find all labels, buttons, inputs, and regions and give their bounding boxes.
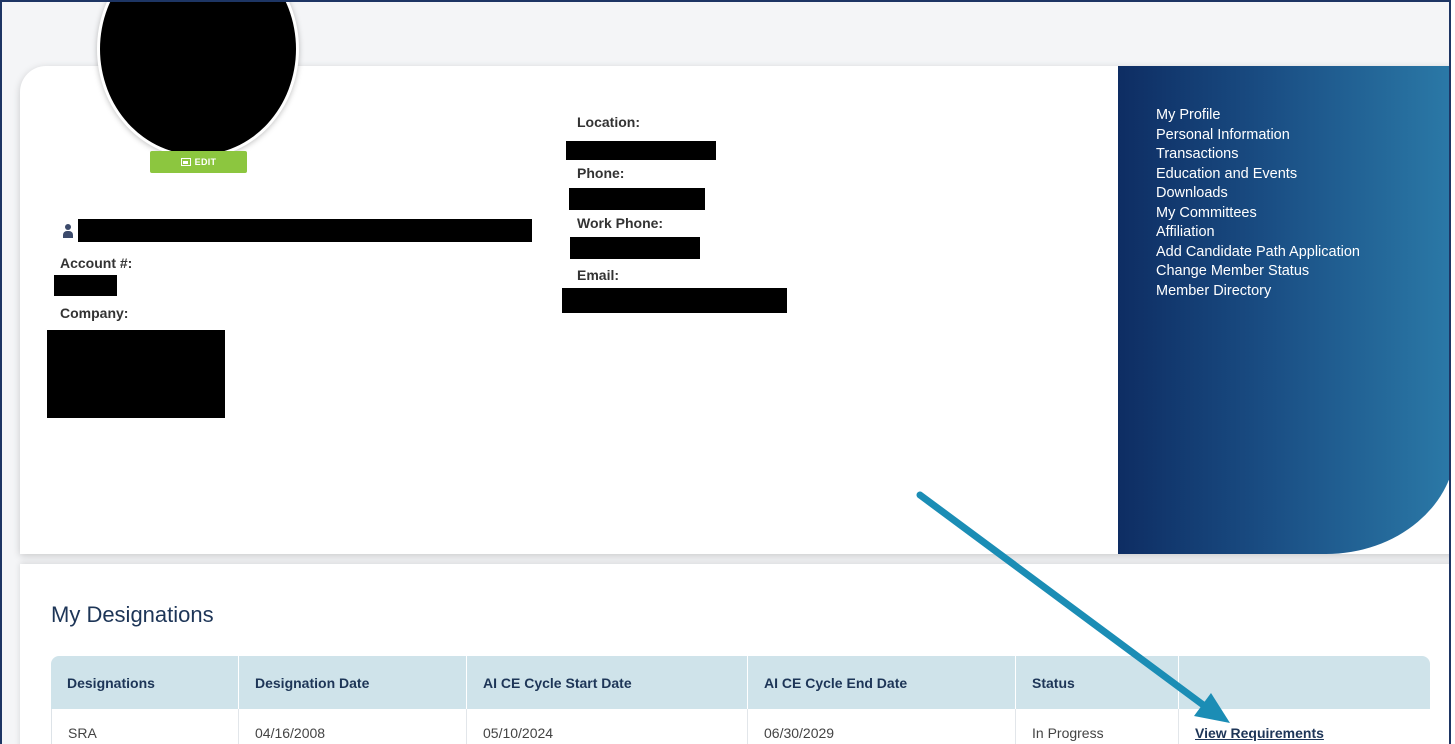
redacted-name bbox=[78, 219, 532, 242]
col-designation-date: Designation Date bbox=[239, 656, 467, 709]
col-actions bbox=[1179, 656, 1430, 709]
nav-item-transactions[interactable]: Transactions bbox=[1156, 145, 1360, 165]
designations-section: My Designations Designations Designation… bbox=[20, 564, 1449, 744]
cell-status: In Progress bbox=[1016, 709, 1179, 744]
company-label: Company: bbox=[60, 305, 129, 321]
redacted-company bbox=[47, 330, 225, 418]
col-cycle-end-date: AI CE Cycle End Date bbox=[748, 656, 1016, 709]
phone-label: Phone: bbox=[577, 165, 625, 181]
view-requirements-link[interactable]: View Requirements bbox=[1179, 709, 1430, 744]
email-label: Email: bbox=[577, 267, 620, 283]
nav-item-my-profile[interactable]: My Profile bbox=[1156, 106, 1360, 126]
table-row: SRA 04/16/2008 05/10/2024 06/30/2029 In … bbox=[51, 709, 1430, 744]
col-designations: Designations bbox=[51, 656, 239, 709]
cell-designation-date: 04/16/2008 bbox=[239, 709, 467, 744]
redacted-email bbox=[562, 288, 787, 313]
edit-label: EDIT bbox=[194, 157, 217, 167]
cell-cycle-end-date: 06/30/2029 bbox=[748, 709, 1016, 744]
redacted-phone bbox=[569, 188, 705, 210]
redacted-work-phone bbox=[570, 237, 700, 259]
location-label: Location: bbox=[577, 114, 640, 130]
col-status: Status bbox=[1016, 656, 1179, 709]
table-header: Designations Designation Date AI CE Cycl… bbox=[51, 656, 1430, 709]
nav-item-change-member-status[interactable]: Change Member Status bbox=[1156, 262, 1360, 282]
profile-side-nav: My Profile Personal Information Transact… bbox=[1118, 66, 1449, 554]
nav-item-downloads[interactable]: Downloads bbox=[1156, 184, 1360, 204]
edit-avatar-button[interactable]: EDIT bbox=[150, 151, 247, 173]
user-icon bbox=[63, 224, 73, 238]
designations-title: My Designations bbox=[51, 602, 214, 627]
redacted-location bbox=[566, 141, 716, 160]
nav-item-affiliation[interactable]: Affiliation bbox=[1156, 223, 1360, 243]
page-frame: Account #: Company: Location: Phone: Wor… bbox=[0, 0, 1451, 744]
cell-designation: SRA bbox=[52, 709, 239, 744]
nav-item-member-directory[interactable]: Member Directory bbox=[1156, 282, 1360, 302]
picture-icon bbox=[180, 158, 191, 166]
designations-table: Designations Designation Date AI CE Cycl… bbox=[51, 656, 1430, 744]
work-phone-label: Work Phone: bbox=[577, 215, 664, 231]
nav-item-add-candidate-path-application[interactable]: Add Candidate Path Application bbox=[1156, 243, 1360, 263]
nav-item-my-committees[interactable]: My Committees bbox=[1156, 204, 1360, 224]
account-label: Account #: bbox=[60, 255, 133, 271]
redacted-account-number bbox=[54, 275, 117, 296]
nav-item-education-and-events[interactable]: Education and Events bbox=[1156, 165, 1360, 185]
col-cycle-start-date: AI CE Cycle Start Date bbox=[467, 656, 748, 709]
nav-item-personal-information[interactable]: Personal Information bbox=[1156, 126, 1360, 146]
cell-cycle-start-date: 05/10/2024 bbox=[467, 709, 748, 744]
